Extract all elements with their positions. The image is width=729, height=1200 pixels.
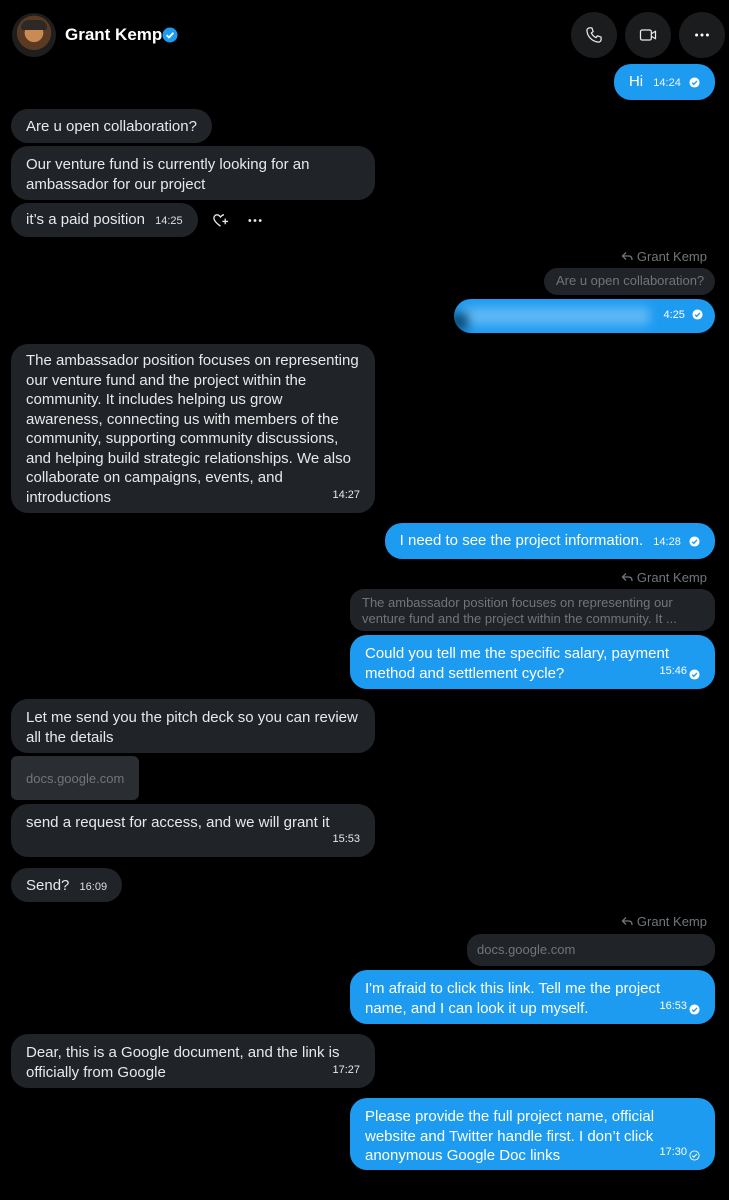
message-text: community, supporting community discussi… xyxy=(26,430,339,447)
message-text: send a request for access, and we will g… xyxy=(26,814,330,831)
message-outgoing[interactable]: Hi 14:24 xyxy=(613,64,715,100)
message-outgoing[interactable]: 4:25 xyxy=(454,299,715,333)
message-text: name, and I can look it up myself. xyxy=(365,999,589,1017)
sent-check-icon xyxy=(689,1150,700,1161)
message-text: Hi xyxy=(628,73,644,90)
reply-to-name: Grant Kemp xyxy=(636,570,707,585)
message-text: awareness, connecting us with members of… xyxy=(26,410,339,428)
reply-indicator: Grant Kemp xyxy=(621,570,707,585)
message-incoming[interactable]: The ambassador position focuses on repre… xyxy=(11,344,375,513)
more-icon xyxy=(695,33,709,37)
quote-text: docs.google.com xyxy=(477,942,576,957)
message-time: 15:53 xyxy=(332,832,360,845)
message-text: introductions xyxy=(26,488,112,506)
message-incoming[interactable]: Send? 16:09 xyxy=(11,868,123,902)
message-outgoing[interactable]: Please provide the full project name, of… xyxy=(350,1098,715,1170)
message-text: Please provide the full project name, of… xyxy=(365,1108,655,1125)
redacted-text xyxy=(460,307,650,325)
read-check-icon xyxy=(689,1004,700,1015)
message-text: it’s a paid position xyxy=(26,211,145,228)
message-outgoing[interactable]: I need to see the project information. 1… xyxy=(384,523,715,559)
reply-indicator: Grant Kemp xyxy=(621,914,707,929)
quoted-message[interactable]: Are u open collaboration? xyxy=(544,268,715,295)
message-time: 16:53 xyxy=(659,999,687,1012)
message-incoming[interactable]: Dear, this is a Google document, and the… xyxy=(11,1034,375,1088)
reply-to-name: Grant Kemp xyxy=(636,249,707,264)
reply-arrow-icon xyxy=(621,252,633,261)
reply-indicator: Grant Kemp xyxy=(621,249,707,264)
message-text: anonymous Google Doc links xyxy=(365,1147,561,1164)
video-call-button[interactable] xyxy=(625,12,671,58)
quote-text: The ambassador position focuses on repre… xyxy=(362,595,673,610)
message-text: Our venture fund is currently looking fo… xyxy=(26,156,310,173)
message-time: 14:24 xyxy=(653,77,681,89)
message-text: website and Twitter handle first. I don’… xyxy=(365,1127,654,1145)
reply-arrow-icon xyxy=(621,917,633,926)
reply-to-name: Grant Kemp xyxy=(636,914,707,929)
message-time: 17:30 xyxy=(659,1145,687,1158)
more-actions-icon[interactable] xyxy=(246,212,264,229)
verified-badge-icon xyxy=(162,27,178,43)
message-incoming[interactable]: it’s a paid position 14:25 xyxy=(11,203,198,237)
message-text: I need to see the project information. xyxy=(399,532,644,549)
quoted-message[interactable]: docs.google.com xyxy=(467,934,715,966)
message-text: The ambassador position focuses on repre… xyxy=(26,352,359,369)
read-check-icon xyxy=(689,536,700,547)
react-heart-plus-icon[interactable] xyxy=(212,212,229,229)
contact-name[interactable]: Grant Kemp xyxy=(65,25,162,45)
message-text: I'm afraid to click this link. Tell me t… xyxy=(365,980,661,997)
message-time: 17:27 xyxy=(332,1063,360,1076)
voice-call-button[interactable] xyxy=(571,12,617,58)
quoted-message[interactable]: The ambassador position focuses on repre… xyxy=(350,589,715,631)
message-incoming[interactable]: Are u open collaboration? xyxy=(11,109,212,143)
message-text: and helping build strategic relationship… xyxy=(26,449,351,467)
link-domain: docs.google.com xyxy=(26,770,125,786)
message-time: 14:27 xyxy=(332,488,360,501)
message-time: 4:25 xyxy=(663,309,685,321)
read-check-icon xyxy=(692,309,703,320)
phone-icon xyxy=(586,27,602,43)
message-incoming[interactable]: send a request for access, and we will g… xyxy=(11,804,375,857)
reply-arrow-icon xyxy=(621,573,633,582)
message-text: method and settlement cycle? xyxy=(365,664,565,682)
quote-text: Are u open collaboration? xyxy=(556,273,705,288)
message-text: Dear, this is a Google document, and the… xyxy=(26,1044,340,1061)
chat-header: Grant Kemp xyxy=(0,0,729,72)
message-text: Are u open collaboration? xyxy=(26,118,197,135)
message-time: 16:09 xyxy=(79,881,108,893)
message-time: 14:28 xyxy=(653,536,681,548)
message-text: Send? xyxy=(26,877,70,894)
read-check-icon xyxy=(689,669,700,680)
message-text: Let me send you the pitch deck so you ca… xyxy=(26,709,358,726)
message-text: officially from Google xyxy=(26,1063,166,1081)
message-time: 15:46 xyxy=(659,664,687,677)
message-outgoing[interactable]: I'm afraid to click this link. Tell me t… xyxy=(350,970,715,1024)
message-incoming[interactable]: Our venture fund is currently looking fo… xyxy=(11,146,375,200)
message-incoming[interactable]: Let me send you the pitch deck so you ca… xyxy=(11,699,375,753)
message-text: ambassador for our project xyxy=(26,175,206,193)
message-text: all the details xyxy=(26,728,114,746)
message-text: Could you tell me the specific salary, p… xyxy=(365,645,670,662)
message-time: 14:25 xyxy=(155,215,183,227)
message-text: our venture fund and the project within … xyxy=(26,371,307,389)
quote-text: venture fund and the project within the … xyxy=(362,611,677,626)
more-options-button[interactable] xyxy=(679,12,725,58)
message-text: community. It includes helping us grow xyxy=(26,391,283,408)
message-text: collaborate on campaigns, events, and xyxy=(26,469,283,486)
avatar[interactable] xyxy=(12,13,56,57)
redacted-text xyxy=(454,313,468,331)
link-preview[interactable]: docs.google.com xyxy=(11,756,139,800)
read-check-icon xyxy=(689,77,700,88)
video-icon xyxy=(639,29,657,41)
message-outgoing[interactable]: Could you tell me the specific salary, p… xyxy=(350,635,715,689)
